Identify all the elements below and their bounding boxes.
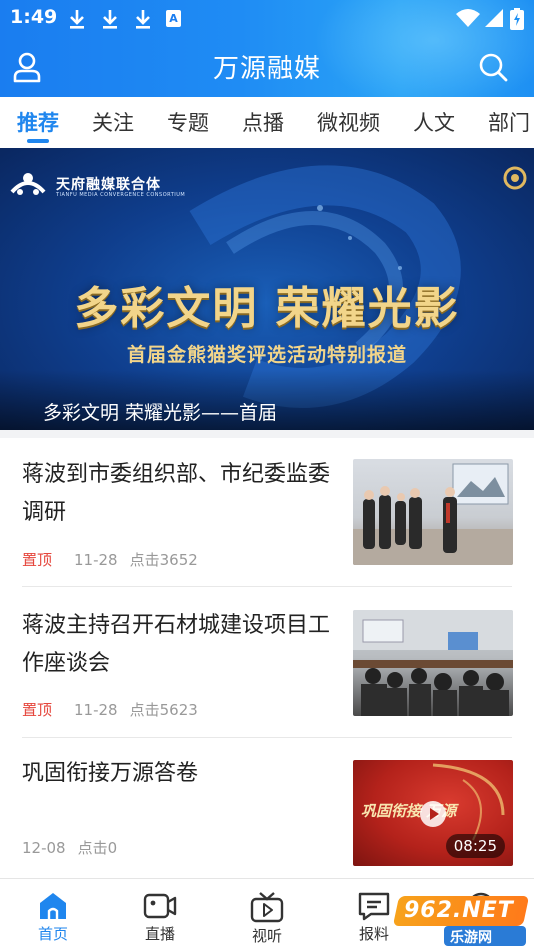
news-clicks: 点击5623 [129,701,198,719]
tv-play-icon [250,892,284,923]
status-bar: 1:49 A [0,0,534,38]
video-duration: 08:25 [445,834,505,858]
app-header: 1:49 A 万源融媒 [0,0,534,97]
section-separator [0,430,534,438]
pinned-badge: 置顶 [22,551,53,569]
news-date: 11-28 [74,551,118,569]
news-clicks: 点击0 [77,839,118,857]
tab-departments[interactable]: 部门 [488,107,530,137]
pinned-badge: 置顶 [22,701,53,719]
hero-banner[interactable]: 天府融媒联合体 TIANFU MEDIA CONVERGENCE CONSORT… [0,148,534,430]
download-icon [103,10,117,29]
news-clicks: 点击3652 [129,551,198,569]
nav-label: 首页 [37,925,68,943]
title-bar: 万源融媒 [0,40,534,96]
banner-caption: 多彩文明 荣耀光影——首届 [43,402,278,424]
watermark-subtext: 乐游网 [450,930,492,946]
banner-org-name: 天府融媒联合体 [56,177,161,193]
news-meta: 12-08 点击0 [22,837,117,858]
message-icon [358,892,390,921]
news-meta: 置顶 11-28 点击5623 [22,699,198,720]
site-watermark: 962.NET 乐游网 [392,892,530,948]
watermark-text: 962.NET [404,898,514,923]
status-time: 1:49 [10,6,58,28]
org-logo-icon [10,173,46,195]
video-thumbnail[interactable]: 巩固衔接 万源 08:25 [353,760,513,866]
news-thumbnail [353,459,513,565]
tab-topics[interactable]: 专题 [167,107,209,137]
active-tab-indicator [27,139,49,143]
banner-headline: 多彩文明 荣耀光影 [74,283,460,334]
list-divider [22,737,512,738]
search-icon[interactable] [476,50,510,84]
home-icon [40,893,66,919]
news-date: 11-28 [74,701,118,719]
a-app-icon: A [166,10,181,27]
video-camera-icon [143,893,177,919]
wifi-icon [456,9,480,27]
news-date: 12-08 [22,839,66,857]
download-icon [70,10,84,29]
tab-on-demand[interactable]: 点播 [242,107,284,137]
news-thumbnail [353,610,513,716]
banner-org-subtitle: TIANFU MEDIA CONVERGENCE CONSORTIUM [56,192,186,198]
nav-label: 直播 [144,925,175,943]
news-title: 蒋波主持召开石材城建设项目工作座谈会 [22,613,331,676]
nav-live[interactable]: 直播 [120,885,200,951]
banner-subline: 首届金熊猫奖评选活动特别报道 [126,344,407,366]
list-divider [22,586,512,587]
tab-recommend[interactable]: 推荐 [17,107,59,137]
nav-home[interactable]: 首页 [13,885,93,951]
download-icon [136,10,150,29]
signal-icon [485,9,503,27]
battery-charging-icon [510,8,524,30]
tab-culture[interactable]: 人文 [413,107,455,137]
news-title: 巩固衔接万源答卷 [22,761,199,786]
category-tabs: 推荐 关注 专题 点播 微视频 人文 部门 [0,97,534,147]
news-title: 蒋波到市委组织部、市纪委监委调研 [22,462,331,525]
play-icon[interactable] [419,800,447,828]
nav-audiovisual[interactable]: 视听 [227,885,307,951]
nav-label: 视听 [251,927,282,945]
news-meta: 置顶 11-28 点击3652 [22,549,198,570]
news-item[interactable]: 蒋波到市委组织部、市纪委监委调研 置顶 11-28 点击3652 [0,456,534,606]
news-item[interactable]: 蒋波主持召开石材城建设项目工作座谈会 置顶 11-28 点击5623 [0,607,534,757]
page-title: 万源融媒 [212,54,321,84]
tab-follow[interactable]: 关注 [92,107,134,137]
tab-micro-video[interactable]: 微视频 [317,107,380,137]
